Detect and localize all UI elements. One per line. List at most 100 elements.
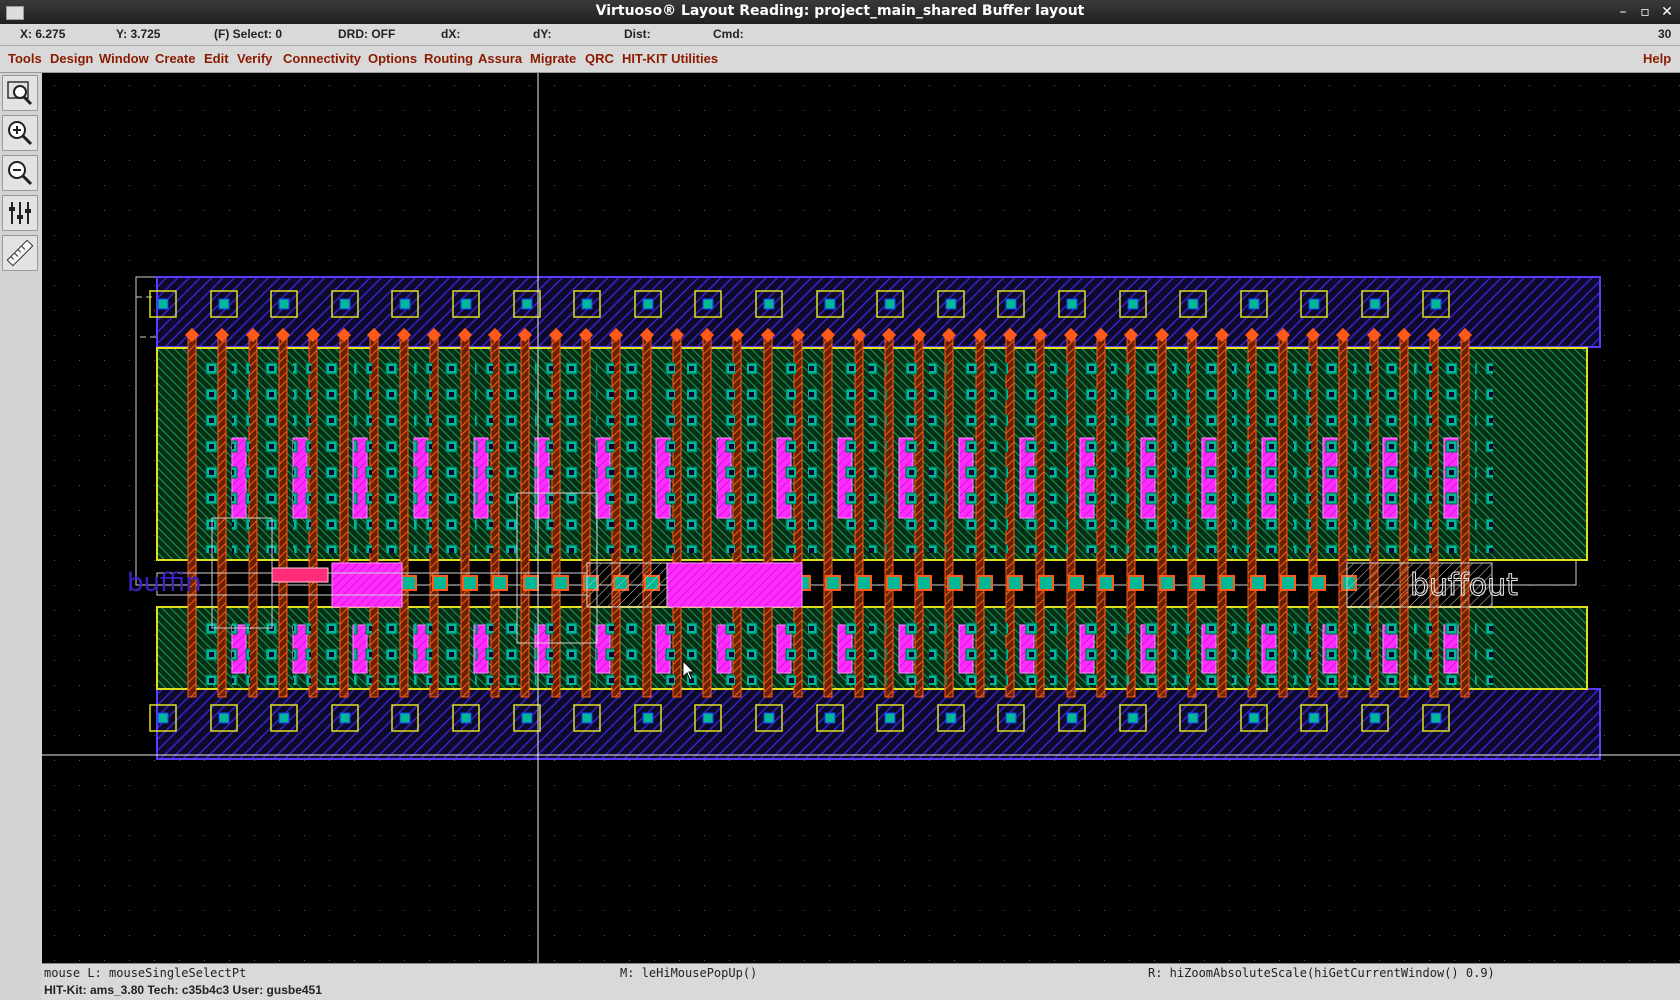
pmos-contact-column (1202, 353, 1220, 553)
channel-contact (916, 575, 932, 591)
menu-migrate[interactable]: Migrate (530, 51, 576, 66)
menu-bar: Tools Design Window Create Edit Verify C… (0, 46, 1680, 73)
channel-contact (432, 575, 448, 591)
pmos-contact-column (808, 353, 826, 553)
nmos-contact-column (778, 613, 796, 685)
menu-design[interactable]: Design (50, 51, 93, 66)
zoom-in-button[interactable] (2, 115, 38, 151)
input-pin-shape (271, 567, 329, 583)
pmos-contact-column (202, 353, 220, 553)
rail-via-core (763, 298, 775, 310)
pmos-contact-column (354, 353, 372, 553)
pmos-contact-column (838, 353, 856, 553)
nmos-contact-column (717, 613, 735, 685)
pmos-contact-column (293, 353, 311, 553)
nmos-contact-column (959, 613, 977, 685)
pmos-contact-column (232, 353, 250, 553)
menu-tools[interactable]: Tools (8, 51, 42, 66)
menu-hit-kit-utilities[interactable]: HIT-KIT Utilities (622, 51, 718, 66)
rail-via-core (945, 298, 957, 310)
menu-options[interactable]: Options (368, 51, 417, 66)
close-button[interactable]: ✕ (1658, 3, 1676, 21)
rail-via-core (399, 298, 411, 310)
pmos-contact-column (869, 353, 887, 553)
diffusion-contacts (202, 353, 1493, 685)
nmos-contact-column (1172, 613, 1190, 685)
channel-contact (401, 575, 417, 591)
nmos-contact-column (838, 613, 856, 685)
menu-qrc[interactable]: QRC (585, 51, 614, 66)
channel-contact (1189, 575, 1205, 591)
nmos-contact-column (929, 613, 947, 685)
pmos-contact-column (1141, 353, 1159, 553)
channel-contact (947, 575, 963, 591)
nmos-contact-column (1232, 613, 1250, 685)
ruler-button[interactable] (2, 235, 38, 271)
nmos-contact-column (475, 613, 493, 685)
tech-info: HIT-Kit: ams_3.80 Tech: c35b4c3 User: gu… (44, 983, 322, 997)
rail-via-core (1430, 712, 1442, 724)
rail-via-core (581, 298, 593, 310)
menu-edit[interactable]: Edit (204, 51, 229, 66)
rail-via-core (1127, 298, 1139, 310)
nmos-contact-column (990, 613, 1008, 685)
channel-contact (1068, 575, 1084, 591)
mouse-right-binding: R: hiZoomAbsoluteScale(hiGetCurrentWindo… (1148, 966, 1495, 980)
layout-canvas[interactable]: buffin buffout (42, 73, 1680, 963)
input-poly-contact (331, 562, 403, 608)
x-coordinate: X: 6.275 (20, 27, 66, 41)
menu-create[interactable]: Create (155, 51, 195, 66)
nmos-contact-column (232, 613, 250, 685)
dist-readout: Dist: (624, 27, 651, 41)
route-hatch (586, 562, 668, 608)
channel-contact (492, 575, 508, 591)
pmos-contact-column (1232, 353, 1250, 553)
stretch-button[interactable] (2, 195, 38, 231)
menu-routing[interactable]: Routing (424, 51, 473, 66)
maximize-button[interactable]: ▫ (1636, 3, 1654, 21)
mouse-left-binding: mouse L: mouseSingleSelectPt (44, 966, 247, 980)
pmos-contact-column (384, 353, 402, 553)
menu-verify[interactable]: Verify (237, 51, 272, 66)
rail-via-core (1369, 298, 1381, 310)
nmos-contact-column (384, 613, 402, 685)
stretch-icon (9, 202, 31, 224)
poly-gate (763, 334, 773, 698)
rail-via-core (1005, 298, 1017, 310)
rail-via-core (460, 298, 472, 310)
zoom-fit-button[interactable] (2, 75, 38, 111)
menu-assura[interactable]: Assura (478, 51, 522, 66)
nmos-contact-column (1202, 613, 1220, 685)
rail-via-core (1248, 712, 1260, 724)
zoom-out-button[interactable] (2, 155, 38, 191)
channel-contact (1038, 575, 1054, 591)
pmos-contact-column (596, 353, 614, 553)
rail-via-core (642, 712, 654, 724)
channel-contact (462, 575, 478, 591)
rail-via-core (157, 298, 169, 310)
minimize-button[interactable]: – (1614, 3, 1632, 21)
rail-via-core (1187, 712, 1199, 724)
rail-via-core (1308, 712, 1320, 724)
rail-via-core (1369, 712, 1381, 724)
rail-via-core (824, 298, 836, 310)
channel-contact (1098, 575, 1114, 591)
input-label: buffin (127, 568, 202, 598)
layout-drawing[interactable]: buffin buffout (42, 73, 1680, 963)
menu-window[interactable]: Window (99, 51, 149, 66)
nmos-contact-column (1081, 613, 1099, 685)
rail-via-core (702, 712, 714, 724)
nmos-contact-column (323, 613, 341, 685)
rail-via-core (763, 712, 775, 724)
nmos-contact-column (1323, 613, 1341, 685)
mouse-bindings-bar: mouse L: mouseSingleSelectPt M: leHiMous… (42, 963, 1680, 982)
rail-via-core (1005, 712, 1017, 724)
rail-via-core (1066, 712, 1078, 724)
nmos-contact-column (869, 613, 887, 685)
pmos-contact-column (626, 353, 644, 553)
menu-connectivity[interactable]: Connectivity (283, 51, 361, 66)
rail-via-core (1430, 298, 1442, 310)
rail-via-core (339, 712, 351, 724)
rail-via-core (521, 712, 533, 724)
menu-help[interactable]: Help (1643, 51, 1671, 66)
